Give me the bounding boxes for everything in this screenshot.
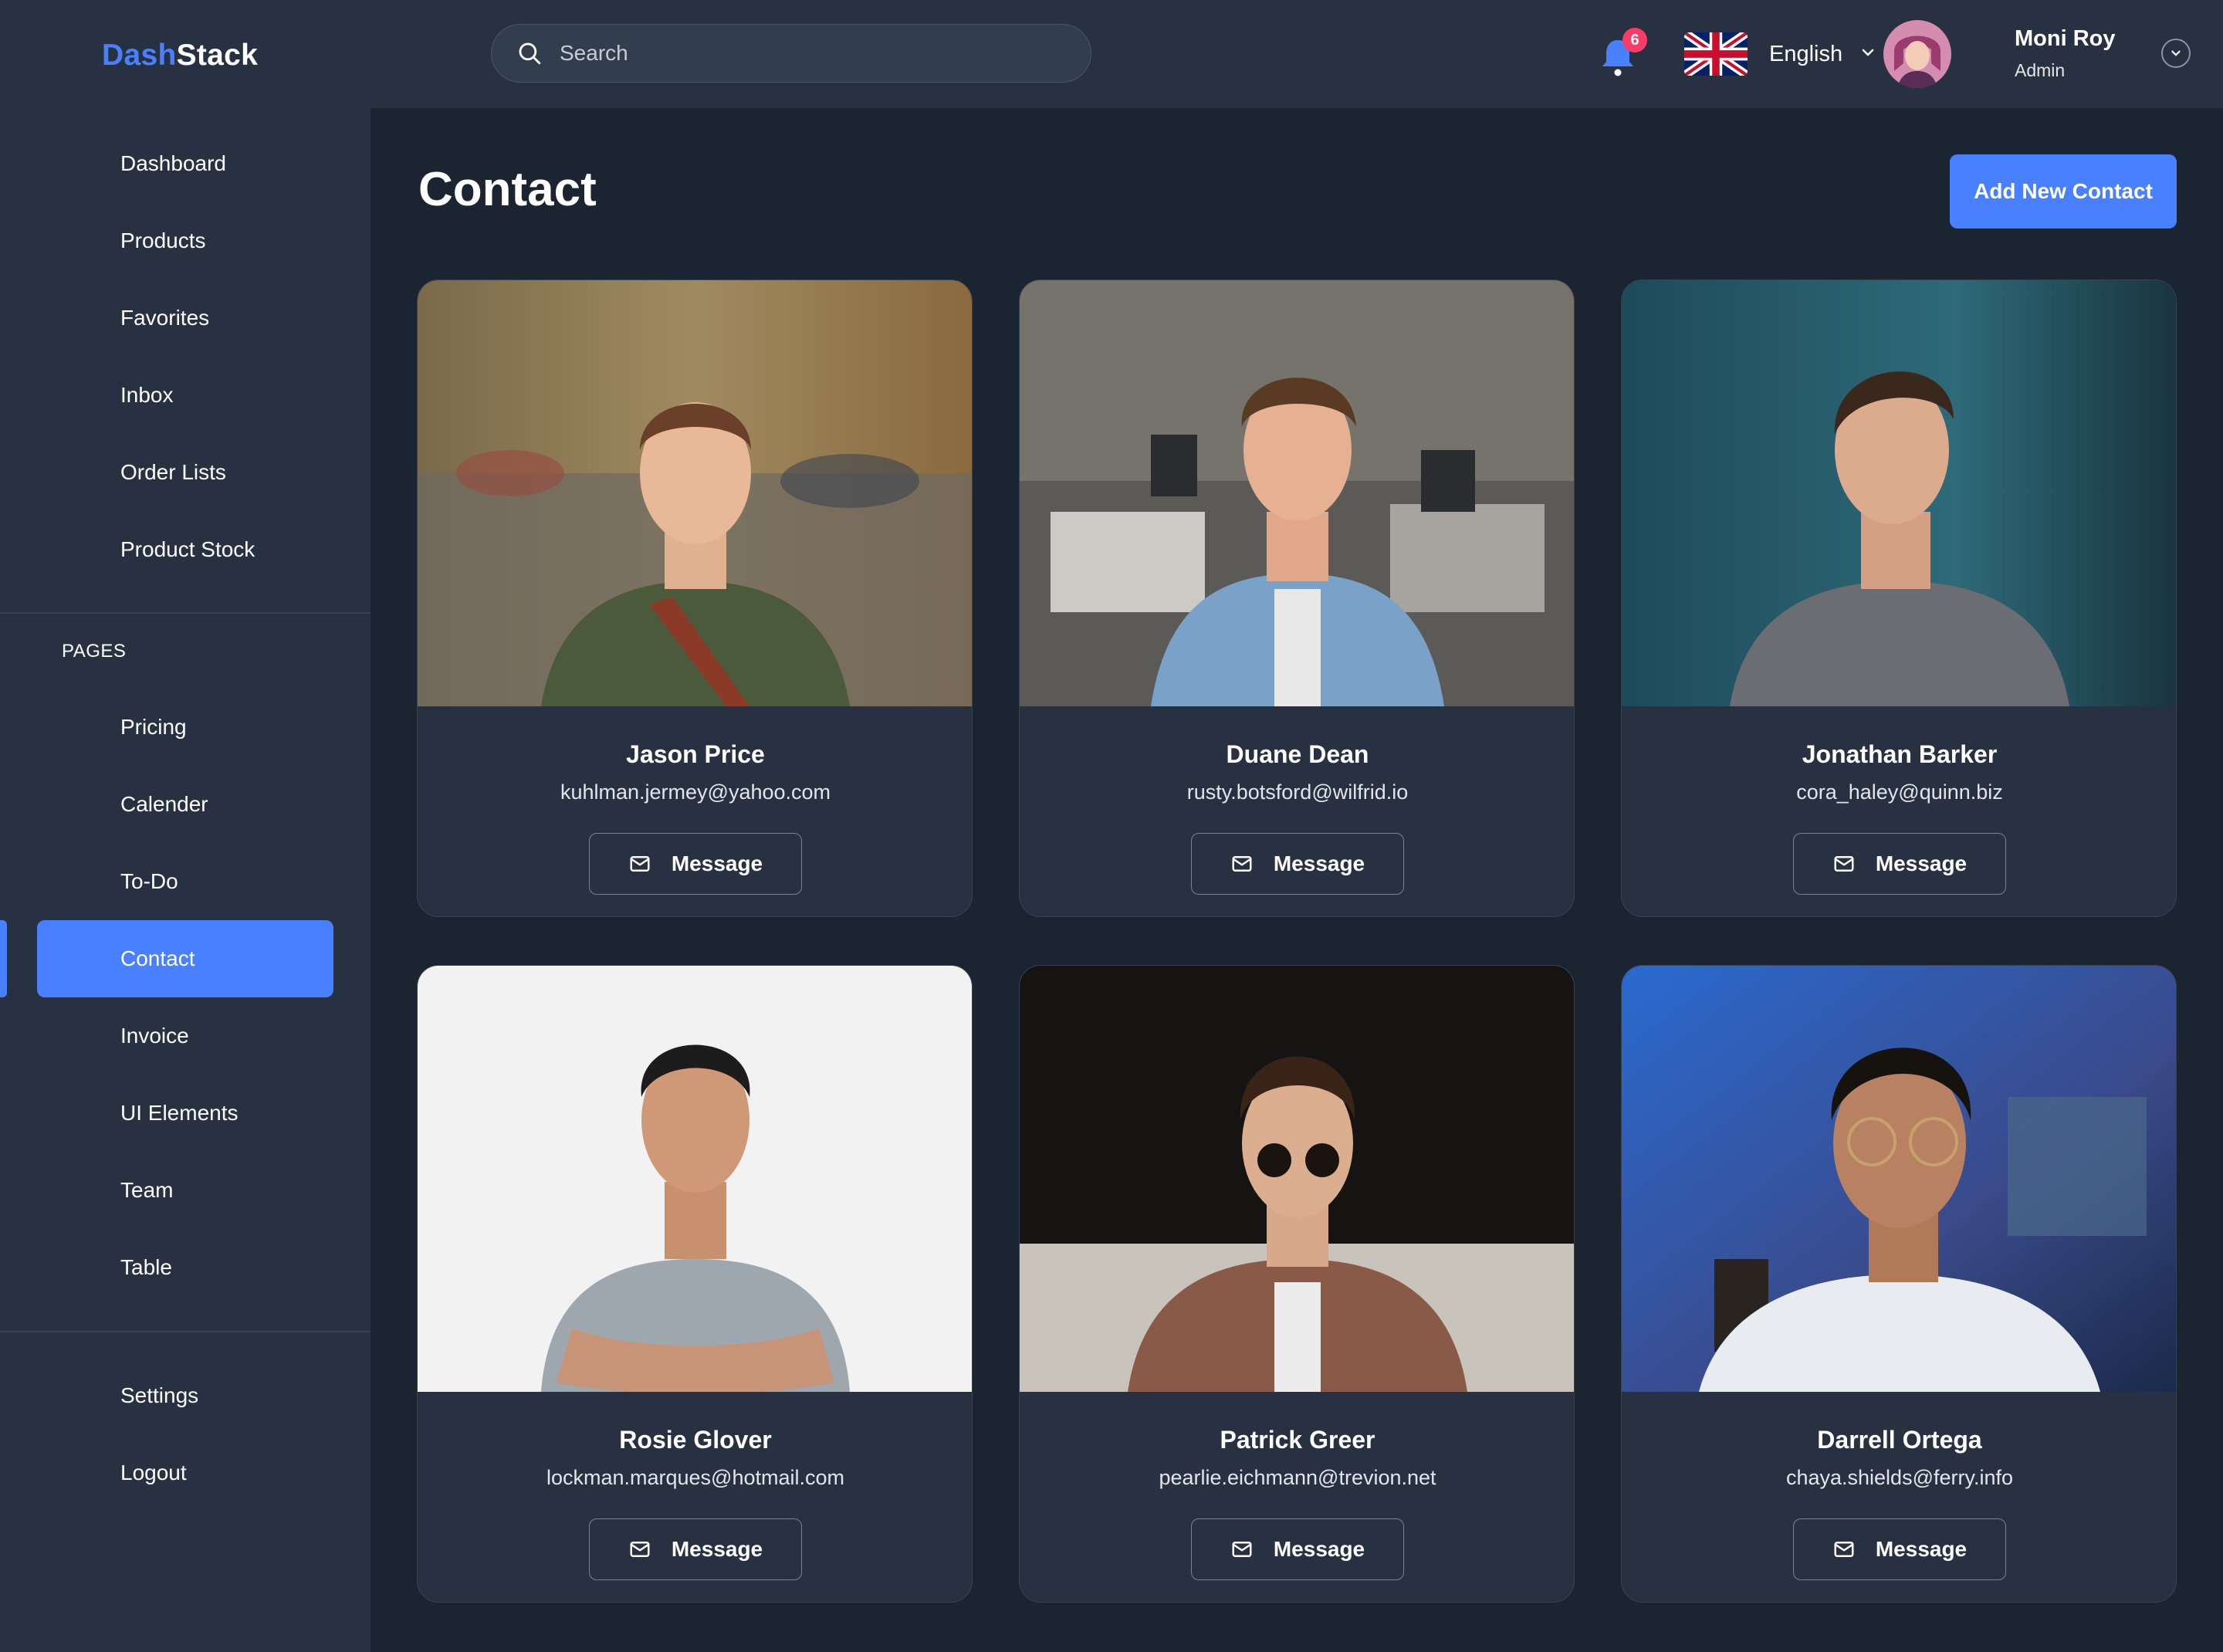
sidebar-item-contact[interactable]: Contact: [37, 920, 333, 997]
sidebar-item-label: Dashboard: [120, 151, 226, 175]
user-role: Admin: [2015, 60, 2066, 80]
message-button-label: Message: [1875, 1537, 1968, 1561]
contact-email: kuhlman.jermey@yahoo.com: [560, 780, 831, 804]
contact-photo: [1020, 966, 1574, 1392]
sidebar-item-team[interactable]: Team: [37, 1152, 333, 1229]
sidebar-item-favorites[interactable]: Favorites: [37, 279, 333, 357]
message-button[interactable]: Message: [1191, 833, 1404, 895]
message-button-label: Message: [1273, 1537, 1365, 1561]
message-button-label: Message: [1875, 851, 1968, 875]
sidebar-item-label: Product Stock: [120, 537, 255, 561]
message-button-label: Message: [671, 851, 763, 875]
message-button[interactable]: Message: [589, 1518, 802, 1580]
message-button[interactable]: Message: [1191, 1518, 1404, 1580]
contact-name: Jason Price: [626, 740, 765, 768]
sidebar-item-label: Team: [120, 1178, 174, 1202]
app-root: DashStack Dashboard Products Favorites I…: [0, 0, 2223, 1652]
sidebar-item-label: Pricing: [120, 715, 187, 739]
contact-photo: [1020, 280, 1574, 706]
sidebar-item-pricing[interactable]: Pricing: [37, 689, 333, 766]
mail-icon: [1834, 1542, 1854, 1557]
search-icon: [519, 42, 541, 65]
contact-email: cora_haley@quinn.biz: [1796, 780, 2003, 804]
contact-name: Rosie Glover: [619, 1426, 772, 1454]
contact-card: Duane Dean rusty.botsford@wilfrid.io Mes…: [1019, 279, 1575, 917]
contact-name: Duane Dean: [1226, 740, 1369, 768]
sidebar-section-pages: PAGES: [62, 641, 127, 662]
contact-photo: [1622, 966, 2176, 1392]
contact-name: Patrick Greer: [1220, 1426, 1375, 1454]
sidebar-item-products[interactable]: Products: [37, 202, 333, 279]
contact-email: lockman.marques@hotmail.com: [546, 1466, 845, 1489]
contact-photo: [418, 966, 972, 1392]
sidebar-item-table[interactable]: Table: [37, 1229, 333, 1306]
notification-badge: 6: [1622, 28, 1647, 52]
sidebar-item-label: Settings: [120, 1383, 199, 1407]
sidebar-item-inbox[interactable]: Inbox: [37, 357, 333, 434]
message-button[interactable]: Message: [1793, 833, 2006, 895]
message-button[interactable]: Message: [589, 833, 802, 895]
sidebar-item-order-lists[interactable]: Order Lists: [37, 434, 333, 511]
contact-card: Jason Price kuhlman.jermey@yahoo.com Mes…: [417, 279, 973, 917]
sidebar-item-label: Inbox: [120, 383, 174, 407]
sidebar-item-to-do[interactable]: To-Do: [37, 843, 333, 920]
sidebar: DashStack Dashboard Products Favorites I…: [0, 0, 370, 1652]
add-new-contact-button[interactable]: Add New Contact: [1950, 154, 2177, 229]
sidebar-divider: [0, 1331, 370, 1332]
user-menu-button[interactable]: [2161, 39, 2191, 68]
sidebar-item-invoice[interactable]: Invoice: [37, 997, 333, 1075]
chevron-down-icon: [2171, 50, 2181, 56]
logo-rest-text: Stack: [176, 39, 259, 72]
logo-accent-text: Dash: [102, 39, 177, 72]
contact-card: Darrell Ortega chaya.shields@ferry.info …: [1621, 965, 2177, 1603]
sidebar-item-label: Order Lists: [120, 460, 226, 484]
mail-icon: [630, 856, 650, 872]
mail-icon: [1232, 1542, 1252, 1557]
sidebar-item-label: Table: [120, 1255, 172, 1279]
page-title: Contact: [418, 163, 597, 216]
contact-photo: [1622, 280, 2176, 706]
avatar[interactable]: [1883, 20, 1951, 88]
search-box[interactable]: [491, 24, 1091, 83]
sidebar-item-product-stock[interactable]: Product Stock: [37, 511, 333, 588]
sidebar-item-ui-elements[interactable]: UI Elements: [37, 1075, 333, 1152]
uk-flag-icon[interactable]: [1684, 32, 1748, 76]
top-header: 6 English Moni Roy Admin: [370, 0, 2223, 108]
contact-card: Jonathan Barker cora_haley@quinn.biz Mes…: [1621, 279, 2177, 917]
sidebar-item-dashboard[interactable]: Dashboard: [37, 125, 333, 202]
sidebar-item-label: UI Elements: [120, 1101, 239, 1125]
sidebar-item-label: Contact: [120, 946, 195, 970]
sidebar-item-label: Logout: [120, 1461, 187, 1484]
search-input[interactable]: [560, 41, 1054, 66]
app-logo[interactable]: DashStack: [102, 39, 258, 73]
sidebar-item-settings[interactable]: Settings: [37, 1357, 333, 1434]
contact-name: Darrell Ortega: [1817, 1426, 1982, 1454]
sidebar-item-label: Calender: [120, 792, 208, 816]
chevron-down-icon[interactable]: [1859, 43, 1877, 62]
contact-photo: [418, 280, 972, 706]
contact-card: Rosie Glover lockman.marques@hotmail.com…: [417, 965, 973, 1603]
sidebar-divider: [0, 612, 370, 614]
sidebar-item-label: Invoice: [120, 1024, 189, 1048]
sidebar-item-label: To-Do: [120, 869, 178, 893]
contact-email: chaya.shields@ferry.info: [1785, 1466, 2014, 1489]
message-button-label: Message: [671, 1537, 763, 1561]
mail-icon: [630, 1542, 650, 1557]
contact-email: rusty.botsford@wilfrid.io: [1186, 780, 1409, 804]
sidebar-item-logout[interactable]: Logout: [37, 1434, 333, 1512]
contact-card: Patrick Greer pearlie.eichmann@trevion.n…: [1019, 965, 1575, 1603]
mail-icon: [1232, 856, 1252, 872]
language-select[interactable]: English: [1769, 42, 1842, 67]
message-button-label: Message: [1273, 851, 1365, 875]
contact-email: pearlie.eichmann@trevion.net: [1159, 1466, 1436, 1489]
active-indicator: [0, 920, 7, 997]
contact-name: Jonathan Barker: [1802, 740, 1998, 768]
sidebar-item-label: Favorites: [120, 306, 210, 330]
mail-icon: [1834, 856, 1854, 872]
sidebar-item-calender[interactable]: Calender: [37, 766, 333, 843]
sidebar-item-label: Products: [120, 229, 206, 252]
message-button[interactable]: Message: [1793, 1518, 2006, 1580]
user-name: Moni Roy: [2015, 26, 2116, 51]
